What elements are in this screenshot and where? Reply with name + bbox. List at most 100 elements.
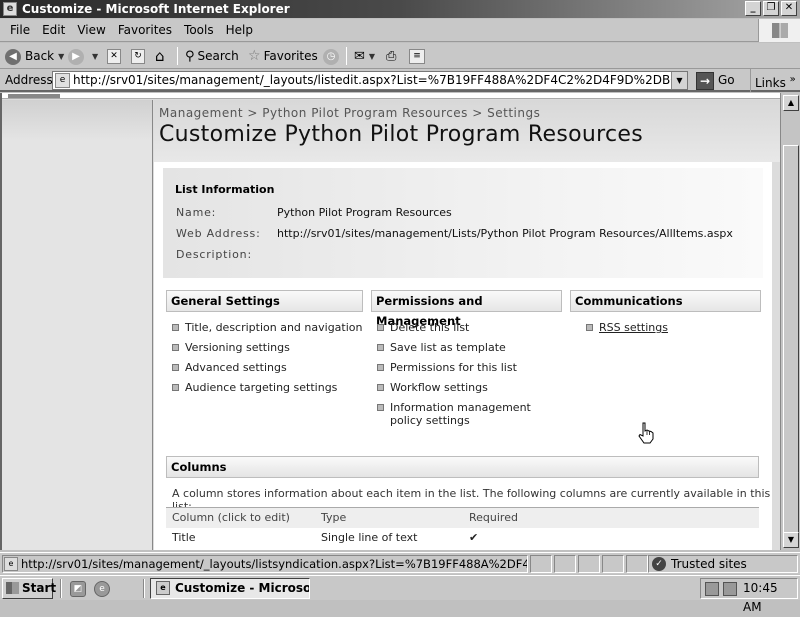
print-button[interactable]: ⎙ (386, 46, 396, 66)
forward-button[interactable]: ▶ ▼ (68, 46, 98, 66)
clock[interactable]: 10:45 AM (743, 581, 778, 614)
breadcrumb-settings: Settings (487, 106, 541, 120)
breadcrumb-list[interactable]: Python Pilot Program Resources (262, 106, 468, 120)
favorites-label: Favorites (263, 49, 318, 63)
zone-label: Trusted sites (671, 557, 747, 571)
description-label: Description: (176, 248, 252, 261)
scroll-down-icon[interactable]: ▼ (783, 532, 799, 548)
permissions-management-list: Delete this list Save list as template P… (375, 321, 555, 434)
favorites-star-icon: ☆ (248, 48, 261, 64)
back-button[interactable]: ◀ Back ▼ (5, 46, 64, 66)
vertical-scrollbar[interactable]: ▲ ▼ (780, 93, 800, 550)
network-icon[interactable] (705, 582, 719, 596)
search-button[interactable]: ⚲ Search (185, 46, 239, 66)
columns-table: Column (click to edit) Type Required Tit… (166, 507, 759, 548)
security-zone[interactable]: ✓ Trusted sites (648, 555, 798, 573)
information-management-policy-link[interactable]: Information management policy settings (390, 401, 531, 427)
list-item: Delete this list (375, 321, 555, 334)
column-header-required: Required (463, 507, 759, 528)
mail-dropdown-icon[interactable]: ▼ (369, 52, 375, 61)
toolbar-separator (346, 47, 347, 65)
start-button[interactable]: Start (2, 578, 56, 599)
go-button[interactable]: → Go (696, 71, 735, 90)
home-button[interactable]: ⌂ (155, 46, 165, 66)
address-label: Address (5, 73, 53, 87)
scroll-up-icon[interactable]: ▲ (783, 95, 799, 111)
mail-icon: ✉ (354, 49, 365, 64)
list-item: Permissions for this list (375, 361, 555, 374)
taskbar-ie-window[interactable]: e Customize - Microsoft... (150, 578, 310, 599)
ie-app-icon: e (3, 2, 17, 16)
home-icon: ⌂ (155, 47, 165, 65)
status-url-text: http://srv01/sites/management/_layouts/l… (21, 557, 527, 571)
permissions-management-heading: Permissions and Management (371, 290, 562, 328)
trusted-check-icon: ✓ (652, 557, 666, 571)
edit-button[interactable]: ≡ (409, 46, 425, 66)
taskbar-separator (143, 579, 145, 598)
restore-button[interactable]: ❐ (763, 1, 779, 16)
communications-list: RSS settings (584, 321, 668, 341)
edit-icon: ≡ (409, 49, 425, 64)
links-more-icon[interactable]: » (790, 74, 796, 85)
address-input[interactable]: e http://srv01/sites/management/_layouts… (52, 71, 688, 90)
go-arrow-icon: → (696, 71, 714, 90)
taskbar-separator (60, 579, 62, 598)
versioning-settings-link[interactable]: Versioning settings (185, 341, 290, 354)
menu-favorites[interactable]: Favorites (112, 19, 178, 42)
toolbar-separator (177, 47, 178, 65)
quicklaunch-ie-icon[interactable]: e (94, 581, 110, 597)
refresh-button[interactable]: ↻ (131, 46, 145, 66)
status-pane (554, 555, 576, 573)
tray-windows-icon[interactable] (723, 582, 737, 596)
scroll-thumb[interactable] (783, 145, 799, 535)
close-button[interactable]: ✕ (781, 1, 797, 16)
general-settings-list: Title, description and navigation Versio… (170, 321, 363, 401)
save-as-template-link[interactable]: Save list as template (390, 341, 506, 354)
web-address-label: Web Address: (176, 227, 261, 240)
back-label: Back (25, 49, 55, 63)
menu-edit[interactable]: Edit (36, 19, 71, 42)
menu-help[interactable]: Help (220, 19, 259, 42)
favorites-button[interactable]: ☆ Favorites (248, 46, 318, 66)
forward-dropdown-icon[interactable]: ▼ (92, 52, 98, 61)
mail-button[interactable]: ✉ ▼ (354, 46, 375, 66)
stop-button[interactable]: ✕ (107, 46, 121, 66)
breadcrumb: Management > Python Pilot Program Resour… (159, 106, 540, 120)
links-button[interactable]: Links » (750, 69, 796, 92)
go-label: Go (718, 73, 735, 87)
search-icon: ⚲ (185, 49, 195, 64)
breadcrumb-management[interactable]: Management (159, 106, 243, 120)
history-icon: ◷ (323, 48, 339, 65)
title-description-navigation-link[interactable]: Title, description and navigation (185, 321, 363, 334)
audience-targeting-settings-link[interactable]: Audience targeting settings (185, 381, 337, 394)
advanced-settings-link[interactable]: Advanced settings (185, 361, 287, 374)
list-item: RSS settings (584, 321, 668, 334)
permissions-link[interactable]: Permissions for this list (390, 361, 517, 374)
back-dropdown-icon[interactable]: ▼ (58, 52, 64, 61)
table-row: Title Single line of text ✔ (166, 528, 759, 548)
address-dropdown-icon[interactable]: ▼ (671, 72, 687, 89)
list-item: Save list as template (375, 341, 555, 354)
links-label: Links (755, 76, 786, 90)
name-value: Python Pilot Program Resources (277, 206, 452, 219)
search-label: Search (197, 49, 239, 63)
column-type-cell: Single line of text (321, 531, 418, 544)
quicklaunch-desktop-icon[interactable]: ◩ (70, 581, 86, 597)
windows-flag-icon (6, 582, 19, 594)
column-header-name: Column (click to edit) (166, 507, 315, 528)
columns-table-header: Column (click to edit) Type Required (166, 507, 759, 528)
menu-file[interactable]: File (4, 19, 36, 42)
rss-settings-link[interactable]: RSS settings (599, 321, 668, 334)
history-button[interactable]: ◷ (323, 46, 343, 66)
refresh-icon: ↻ (131, 49, 145, 64)
web-address-value: http://srv01/sites/management/Lists/Pyth… (277, 227, 733, 240)
column-header-type: Type (315, 507, 463, 528)
breadcrumb-separator: > (472, 106, 483, 120)
workflow-settings-link[interactable]: Workflow settings (390, 381, 488, 394)
delete-list-link[interactable]: Delete this list (390, 321, 469, 334)
menu-tools[interactable]: Tools (178, 19, 220, 42)
column-name-cell[interactable]: Title (166, 528, 315, 548)
page-title: Customize Python Pilot Program Resources (159, 122, 643, 147)
minimize-button[interactable]: _ (745, 1, 761, 16)
menu-view[interactable]: View (71, 19, 111, 42)
